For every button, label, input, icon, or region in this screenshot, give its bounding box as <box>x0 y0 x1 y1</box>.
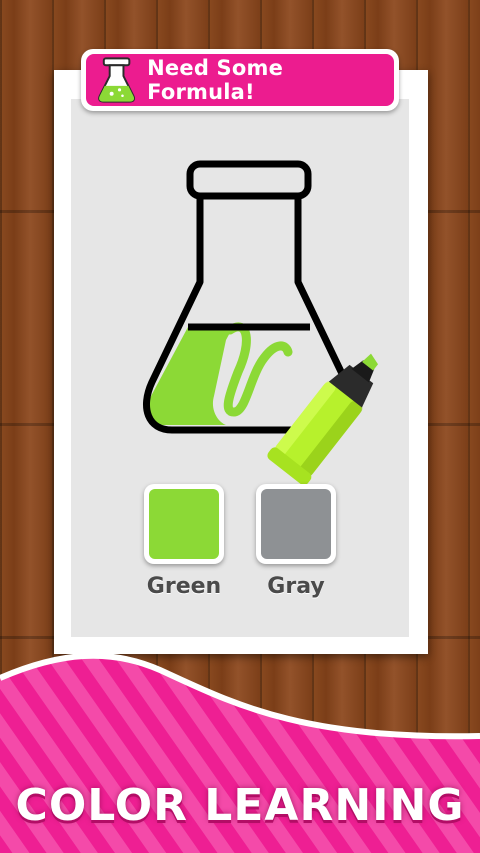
header-title: Need Some Formula! <box>147 56 284 104</box>
gray-swatch-label: Gray <box>267 574 325 599</box>
green-swatch-fill <box>149 489 219 559</box>
flask-rim <box>186 160 312 200</box>
flask-liquid-fill <box>146 327 233 425</box>
gray-swatch[interactable] <box>256 484 336 564</box>
header-banner: Need Some Formula! <box>81 49 399 111</box>
green-swatch-label: Green <box>146 574 222 599</box>
green-swatch[interactable] <box>144 484 224 564</box>
flask-icon <box>98 57 136 103</box>
footer-title: COLOR LEARNING <box>15 780 465 831</box>
gray-swatch-fill <box>261 489 331 559</box>
